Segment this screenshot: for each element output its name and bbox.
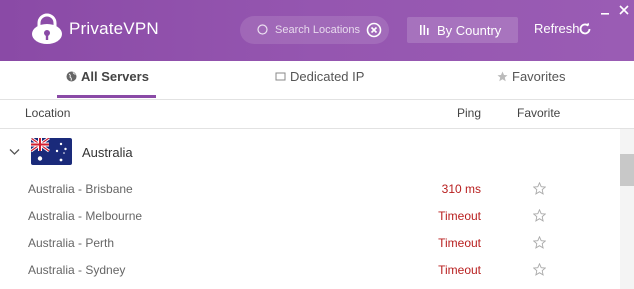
server-row[interactable]: Australia - Perth Timeout xyxy=(0,230,620,257)
tab-dedicated-ip[interactable]: Dedicated IP xyxy=(264,61,374,99)
scrollbar-track[interactable] xyxy=(620,129,634,289)
tab-all-servers[interactable]: All Servers xyxy=(57,61,156,99)
refresh-label: Refresh xyxy=(534,21,580,36)
favorite-star-icon[interactable] xyxy=(533,182,546,195)
search-icon xyxy=(257,24,268,35)
tab-favorites[interactable]: Favorites xyxy=(487,61,577,99)
refresh-icon xyxy=(579,22,591,35)
globe-icon xyxy=(66,71,77,82)
column-header-ping[interactable]: Ping xyxy=(457,106,481,120)
column-header-favorite[interactable]: Favorite xyxy=(517,106,560,120)
country-name: Australia xyxy=(82,145,133,160)
favorite-star-icon[interactable] xyxy=(533,236,546,249)
tab-label: Favorites xyxy=(512,69,566,84)
chevron-down-icon[interactable] xyxy=(9,148,20,156)
server-ping: Timeout xyxy=(438,263,481,277)
server-ping: 310 ms xyxy=(441,182,481,196)
minimize-icon[interactable] xyxy=(599,4,611,16)
divider xyxy=(0,99,634,100)
server-row[interactable]: Australia - Melbourne Timeout xyxy=(0,203,620,230)
server-name: Australia - Perth xyxy=(28,236,115,250)
server-ping: Timeout xyxy=(438,236,481,250)
search-input[interactable] xyxy=(275,20,363,40)
active-tab-indicator xyxy=(57,95,156,98)
search-box[interactable] xyxy=(240,16,389,44)
country-group-australia[interactable]: Australia xyxy=(0,129,620,174)
tab-label: All Servers xyxy=(81,69,149,84)
app-header: PrivateVPN By Country Refresh xyxy=(0,0,634,61)
server-name: Australia - Brisbane xyxy=(28,182,133,196)
tab-bar: All Servers Dedicated IP Favorites xyxy=(0,61,634,99)
australia-flag-icon xyxy=(31,138,72,165)
favorite-star-icon[interactable] xyxy=(533,209,546,222)
favorite-star-icon[interactable] xyxy=(533,263,546,276)
server-ping: Timeout xyxy=(438,209,481,223)
server-name: Australia - Sydney xyxy=(28,263,126,277)
padlock-logo-icon xyxy=(32,13,62,44)
close-icon[interactable] xyxy=(618,4,630,16)
server-row[interactable]: Australia - Brisbane 310 ms xyxy=(0,176,620,203)
tab-label: Dedicated IP xyxy=(290,69,365,84)
scrollbar-thumb[interactable] xyxy=(620,154,634,186)
column-header-location[interactable]: Location xyxy=(25,106,70,120)
sort-bars-icon xyxy=(420,25,429,35)
by-country-button[interactable]: By Country xyxy=(407,17,518,43)
by-country-label: By Country xyxy=(437,23,502,38)
server-row[interactable]: Australia - Sydney Timeout xyxy=(0,257,620,284)
clear-search-icon[interactable] xyxy=(366,22,382,38)
server-name: Australia - Melbourne xyxy=(28,209,143,223)
star-icon xyxy=(497,71,508,82)
box-icon xyxy=(275,72,286,81)
brand-name: PrivateVPN xyxy=(69,19,159,38)
